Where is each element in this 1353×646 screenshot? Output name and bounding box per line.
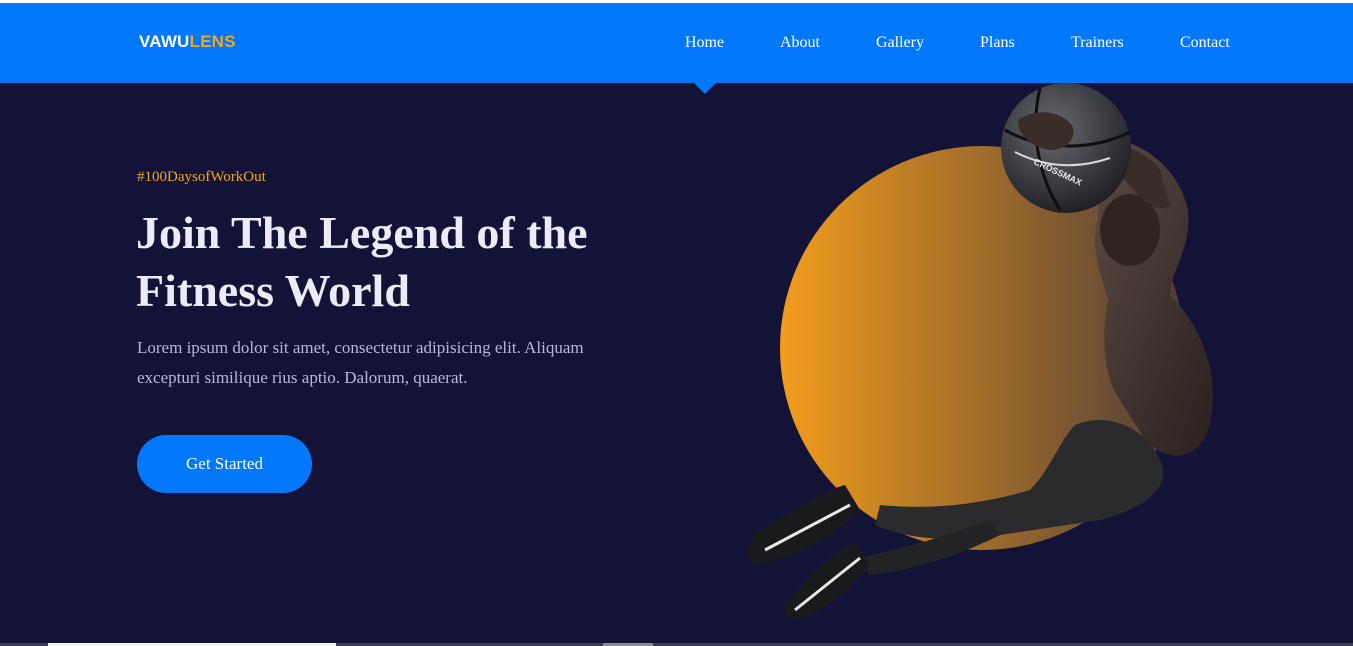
navbar: VAWULENS Home About Gallery Plans Traine… — [0, 3, 1353, 83]
nav-link-contact[interactable]: Contact — [1180, 34, 1230, 52]
nav-link-gallery[interactable]: Gallery — [876, 34, 924, 52]
nav-link-plans[interactable]: Plans — [980, 34, 1015, 52]
medicine-ball: CROSSMAX — [1001, 83, 1131, 213]
nav-link-home[interactable]: Home — [685, 34, 724, 52]
logo-text-accent: LENS — [189, 32, 236, 51]
nav-link-about[interactable]: About — [780, 34, 820, 52]
hero-headline: Join The Legend of the Fitness World — [136, 207, 588, 316]
hero-tagline: #100DaysofWorkOut — [137, 169, 266, 185]
hero-description: Lorem ipsum dolor sit amet, consectetur … — [137, 338, 584, 387]
nav-link-trainers[interactable]: Trainers — [1071, 34, 1124, 52]
brand-logo[interactable]: VAWULENS — [139, 32, 236, 52]
get-started-button[interactable]: Get Started — [137, 435, 312, 493]
logo-text-primary: VAWU — [139, 32, 190, 51]
hero-athlete-illustration: CROSSMAX — [747, 83, 1214, 620]
